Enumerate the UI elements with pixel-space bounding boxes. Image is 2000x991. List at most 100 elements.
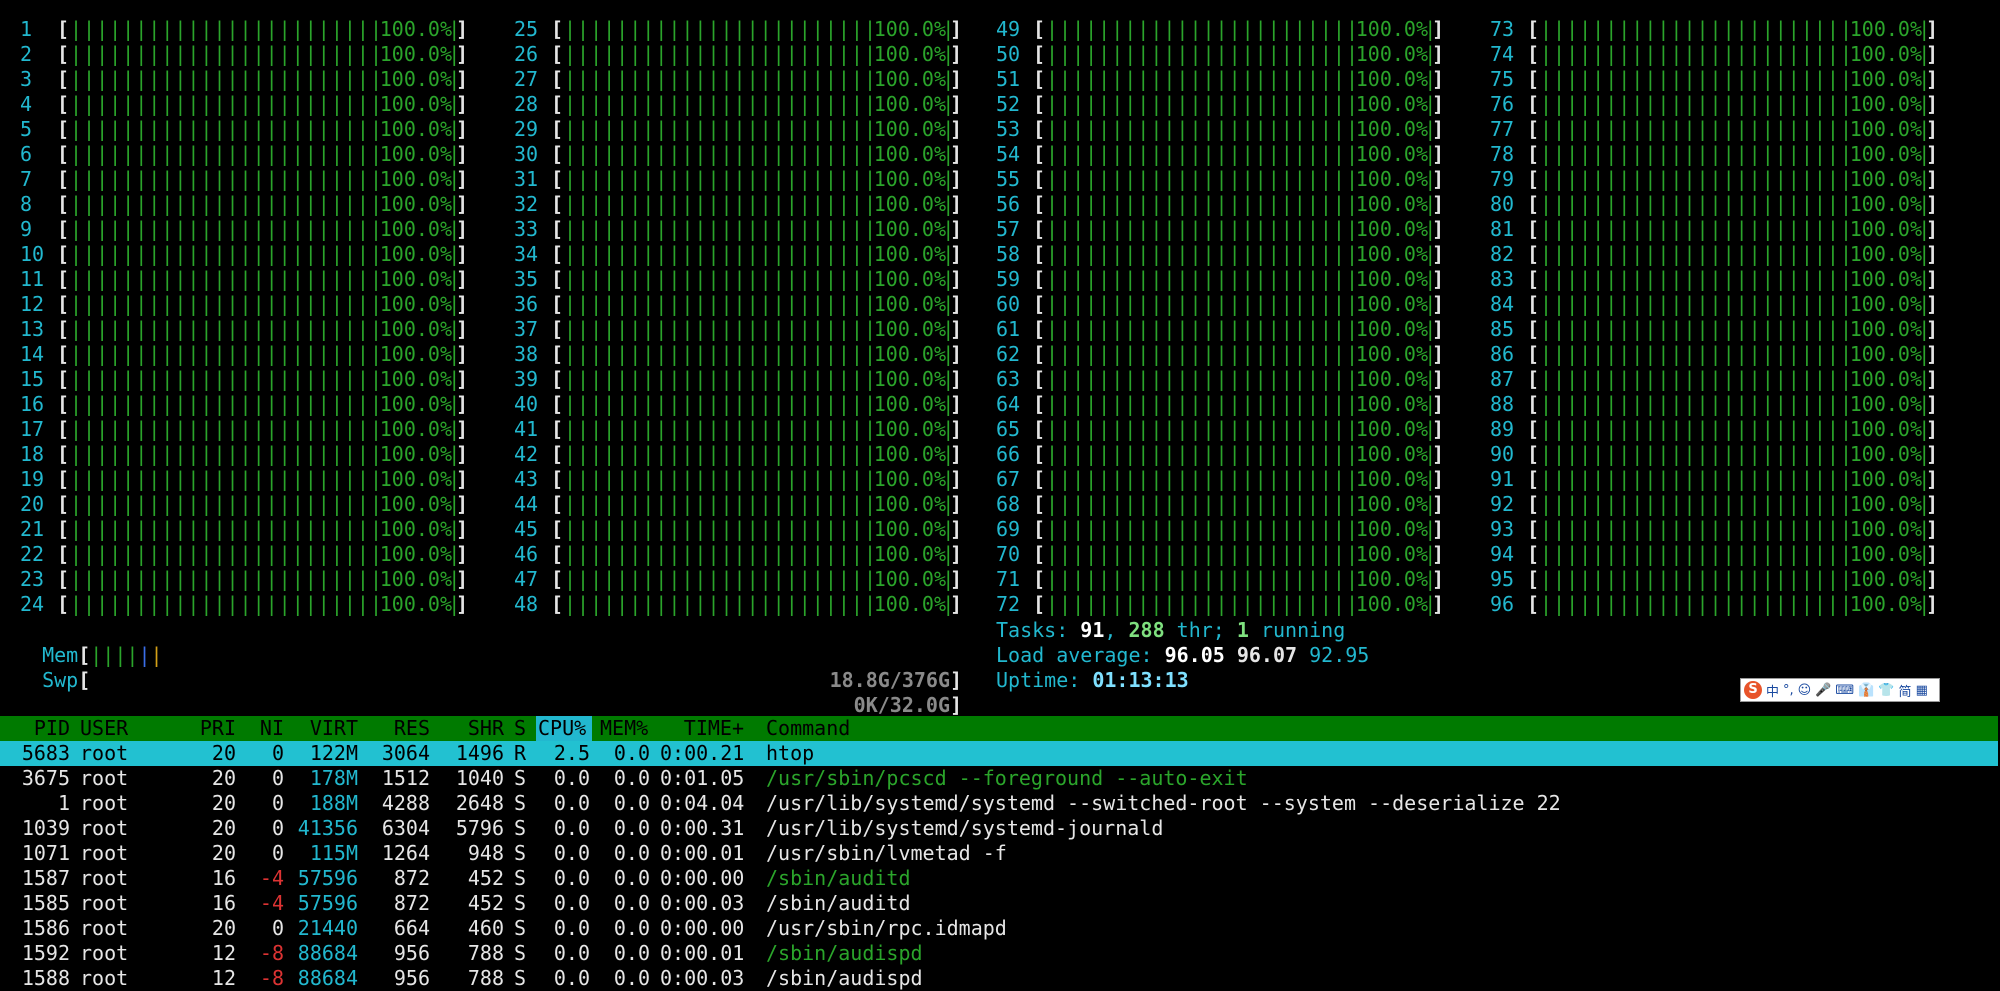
punctuation-icon[interactable]: °, bbox=[1783, 683, 1794, 698]
table-row[interactable]: 1039 root 20 0 41356 6304 5796 S 0.0 0.0 0:00.31/u… bbox=[0, 816, 1998, 841]
cell-mem: 0.0 bbox=[613, 841, 650, 865]
chinese-mode-icon[interactable]: 中 bbox=[1766, 681, 1779, 700]
cpu-meter: 81[|||||||||||||||||||||||||||||||||||||… bbox=[1490, 217, 1938, 242]
cpu-meter: 38[|||||||||||||||||||||||||||||||||||||… bbox=[514, 342, 962, 367]
cpu-number: 94 bbox=[1490, 542, 1515, 566]
cpu-meter: 7[||||||||||||||||||||||||||||||||||||||… bbox=[20, 167, 468, 192]
col-pri[interactable]: PRI bbox=[180, 716, 236, 741]
cpu-percent: 100.0% bbox=[1847, 42, 1922, 67]
cpu-meter: 23[|||||||||||||||||||||||||||||||||||||… bbox=[20, 567, 468, 592]
cpu-meter: 70[|||||||||||||||||||||||||||||||||||||… bbox=[996, 542, 1444, 567]
col-virt[interactable]: VIRT bbox=[290, 716, 358, 741]
cpu-percent: 100.0% bbox=[871, 242, 946, 267]
ime-toolbar[interactable]: S 中 °, ☺ 🎤 ⌨ 👔 👕 简 ▦ bbox=[1740, 678, 1940, 702]
col-shr[interactable]: SHR bbox=[432, 716, 504, 741]
cpu-percent: 100.0% bbox=[1847, 92, 1922, 117]
cpu-number: 64 bbox=[996, 392, 1021, 416]
cpu-number: 50 bbox=[996, 42, 1021, 66]
cpu-percent: 100.0% bbox=[871, 92, 946, 117]
cpu-meter: 72[|||||||||||||||||||||||||||||||||||||… bbox=[996, 592, 1444, 617]
col-cpu-sorted[interactable]: CPU% bbox=[536, 716, 592, 741]
cpu-number: 62 bbox=[996, 342, 1021, 366]
cpu-percent: 100.0% bbox=[1847, 467, 1922, 492]
emoji-icon[interactable]: ☺ bbox=[1798, 683, 1812, 698]
cpu-number: 46 bbox=[514, 542, 539, 566]
col-state[interactable]: S bbox=[514, 716, 526, 741]
col-time[interactable]: TIME+ bbox=[660, 716, 744, 741]
cpu-percent: 100.0% bbox=[377, 367, 452, 392]
cpu-percent: 100.0% bbox=[1847, 267, 1922, 292]
cpu-percent: 100.0% bbox=[871, 342, 946, 367]
cpu-percent: 100.0% bbox=[1847, 67, 1922, 92]
swap-meter: Swp[ 0K/32.0G] bbox=[42, 668, 962, 717]
cpu-meter: 31[|||||||||||||||||||||||||||||||||||||… bbox=[514, 167, 962, 192]
cpu-meter: 26[|||||||||||||||||||||||||||||||||||||… bbox=[514, 42, 962, 67]
cell-res: 4288 bbox=[381, 791, 430, 815]
cpu-percent: 100.0% bbox=[871, 317, 946, 342]
cpu-number: 52 bbox=[996, 92, 1021, 116]
cell-mem: 0.0 bbox=[613, 741, 650, 765]
sogou-logo-icon[interactable]: S bbox=[1744, 681, 1762, 699]
cell-cpu: 0.0 bbox=[553, 966, 590, 990]
cpu-percent: 100.0% bbox=[1353, 517, 1428, 542]
cpu-number: 39 bbox=[514, 367, 539, 391]
keyboard-icon[interactable]: ⌨ bbox=[1835, 683, 1854, 698]
cpu-number: 95 bbox=[1490, 567, 1515, 591]
cpu-percent: 100.0% bbox=[1353, 192, 1428, 217]
cpu-meter: 80[|||||||||||||||||||||||||||||||||||||… bbox=[1490, 192, 1938, 217]
table-row[interactable]: 1 root 20 0 188M 4288 2648 S 0.0 0.0 0:04.04/usr/l… bbox=[0, 791, 1998, 816]
col-command[interactable]: Command bbox=[766, 716, 850, 741]
cpu-meter: 10[|||||||||||||||||||||||||||||||||||||… bbox=[20, 242, 468, 267]
cell-shr: 2648 bbox=[455, 791, 504, 815]
table-row[interactable]: 1586 root 20 0 21440 664 460 S 0.0 0.0 0:00.00/usr… bbox=[0, 916, 1998, 941]
cpu-number: 68 bbox=[996, 492, 1021, 516]
cpu-meter: 19[|||||||||||||||||||||||||||||||||||||… bbox=[20, 467, 468, 492]
cpu-meter: 18[|||||||||||||||||||||||||||||||||||||… bbox=[20, 442, 468, 467]
cpu-meter: 90[|||||||||||||||||||||||||||||||||||||… bbox=[1490, 442, 1938, 467]
cpu-number: 14 bbox=[20, 342, 45, 366]
cpu-meter: 9[||||||||||||||||||||||||||||||||||||||… bbox=[20, 217, 468, 242]
cell-ni: 0 bbox=[271, 916, 284, 940]
col-user[interactable]: USER bbox=[80, 716, 128, 741]
cell-pid: 1588 bbox=[21, 966, 70, 990]
cpu-number: 40 bbox=[514, 392, 539, 416]
cpu-number: 44 bbox=[514, 492, 539, 516]
table-row-selected[interactable]: 5683 root 20 0 122M 3064 1496 R 2.5 0.0 0:00.21 hto… bbox=[0, 741, 1998, 766]
col-ni[interactable]: NI bbox=[240, 716, 284, 741]
cpu-meter: 6[||||||||||||||||||||||||||||||||||||||… bbox=[20, 142, 468, 167]
cpu-percent: 100.0% bbox=[377, 442, 452, 467]
table-row[interactable]: 1592 root 12 -8 88684 956 788 S 0.0 0.0 0:00.01/sb… bbox=[0, 941, 1998, 966]
table-row[interactable]: 3675 root 20 0 178M 1512 1040 S 0.0 0.0 0:01.05/us… bbox=[0, 766, 1998, 791]
table-row[interactable]: 1587 root 16 -4 57596 872 452 S 0.0 0.0 0:00.00/sb… bbox=[0, 866, 1998, 891]
col-res[interactable]: RES bbox=[360, 716, 430, 741]
cell-ni: 0 bbox=[271, 791, 284, 815]
table-row[interactable]: 1588 root 12 -8 88684 956 788 S 0.0 0.0 0:00.03/sb… bbox=[0, 966, 1998, 991]
cpu-meter: 42[|||||||||||||||||||||||||||||||||||||… bbox=[514, 442, 962, 467]
cpu-number: 66 bbox=[996, 442, 1021, 466]
simplified-icon[interactable]: 简 bbox=[1899, 681, 1912, 700]
col-pid[interactable]: PID bbox=[0, 716, 70, 741]
grid-icon[interactable]: ▦ bbox=[1916, 683, 1928, 698]
cell-virt: 41356 bbox=[297, 816, 358, 840]
shirt-icon[interactable]: 👕 bbox=[1878, 683, 1894, 698]
cpu-meter: 3[||||||||||||||||||||||||||||||||||||||… bbox=[20, 67, 468, 92]
cpu-number: 8 bbox=[20, 192, 33, 216]
cell-pid: 5683 bbox=[21, 741, 70, 765]
col-mem[interactable]: MEM% bbox=[600, 716, 648, 741]
table-row[interactable]: 1071 root 20 0 115M 1264 948 S 0.0 0.0 0:00.01/usr… bbox=[0, 841, 1998, 866]
cell-command: /usr/sbin/pcscd --foreground --auto-exit bbox=[766, 766, 1248, 790]
cpu-meter: 50[|||||||||||||||||||||||||||||||||||||… bbox=[996, 42, 1444, 67]
microphone-icon[interactable]: 🎤 bbox=[1815, 683, 1831, 698]
cell-s: S bbox=[514, 941, 527, 965]
cell-pid: 1 bbox=[57, 791, 70, 815]
cpu-percent: 100.0% bbox=[1847, 442, 1922, 467]
cell-cpu: 0.0 bbox=[553, 841, 590, 865]
cell-command: /sbin/auditd bbox=[766, 891, 911, 915]
cpu-percent: 100.0% bbox=[1353, 342, 1428, 367]
skin-icon[interactable]: 👔 bbox=[1858, 683, 1874, 698]
cpu-meter: 34[|||||||||||||||||||||||||||||||||||||… bbox=[514, 242, 962, 267]
table-row[interactable]: 1585 root 16 -4 57596 872 452 S 0.0 0.0 0:00.03/sb… bbox=[0, 891, 1998, 916]
uptime-value: 01:13:13 bbox=[1092, 668, 1189, 692]
cell-shr: 788 bbox=[467, 941, 504, 965]
cell-pid: 1592 bbox=[21, 941, 70, 965]
